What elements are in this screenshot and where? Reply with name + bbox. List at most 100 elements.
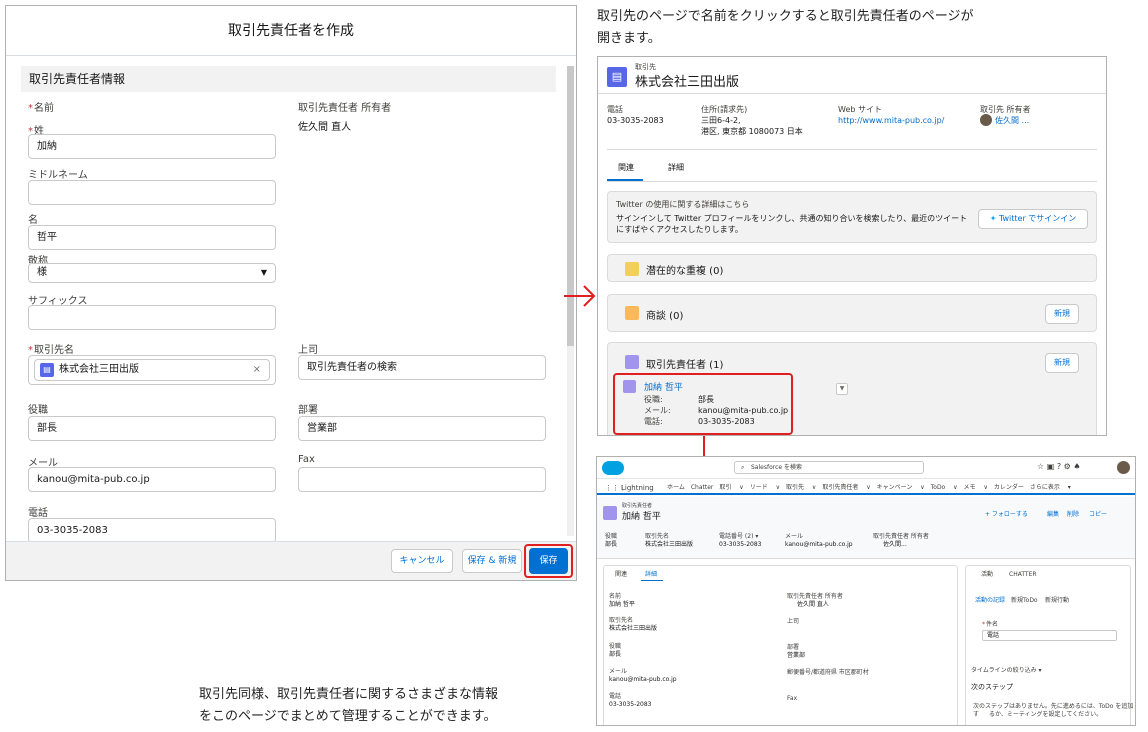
- copy-button[interactable]: コピー: [1089, 511, 1107, 519]
- tab-log-call[interactable]: 活動の記録: [975, 597, 1005, 605]
- new-opportunity-button[interactable]: 新規: [1045, 304, 1079, 324]
- title-input[interactable]: 部長: [28, 416, 276, 441]
- nav-item[interactable]: さらに表示 ▾: [1030, 484, 1071, 491]
- activity-card: [965, 565, 1131, 725]
- nav-item[interactable]: キャンペーン ∨: [877, 484, 925, 491]
- save-new-button[interactable]: 保存 & 新規: [462, 549, 522, 573]
- new-contact-button[interactable]: 新規: [1045, 353, 1079, 373]
- field-label: メール: [609, 668, 628, 675]
- middle-name-input[interactable]: [28, 180, 276, 205]
- field-label: 上司: [787, 618, 800, 625]
- owner-label: 取引先責任者 所有者: [298, 103, 392, 114]
- global-search-input[interactable]: ⌕ Salesforce を検索: [734, 461, 924, 474]
- account-lookup[interactable]: ▤ 株式会社三田出版 ×: [28, 355, 276, 385]
- timeline-filter[interactable]: タイムラインの絞り込み ▾: [971, 667, 1042, 675]
- middle-name-label: ミドルネーム: [28, 170, 88, 181]
- tab-related[interactable]: 関連: [615, 571, 627, 579]
- salutation-select[interactable]: 様 ▼: [28, 263, 276, 283]
- twitter-card: Twitter の使用に関する詳細はこちら サインインして Twitter プロ…: [607, 191, 1097, 243]
- cancel-button[interactable]: キャンセル: [391, 549, 453, 573]
- contact-phone-value: 03-3035-2083: [698, 417, 755, 426]
- boss-search-input[interactable]: 取引先責任者の検索: [298, 355, 546, 380]
- suffix-input[interactable]: [28, 305, 276, 330]
- title-label: 役職: [28, 405, 48, 416]
- subject-input[interactable]: 電話: [982, 630, 1117, 641]
- tab-detail[interactable]: 詳細: [645, 571, 657, 579]
- phone-input[interactable]: 03-3035-2083: [28, 518, 276, 543]
- owner-link[interactable]: 佐久間 ...: [995, 115, 1029, 126]
- tab-related[interactable]: 関連: [618, 162, 634, 173]
- opportunities-title[interactable]: 商談 (0): [646, 307, 683, 322]
- row-menu-button[interactable]: ▼: [836, 383, 848, 395]
- h-phone-value: 03-3035-2083: [719, 541, 762, 548]
- duplicates-title[interactable]: 潜在的な重複 (0): [646, 262, 723, 277]
- nav-item[interactable]: ホーム: [667, 484, 685, 491]
- edit-button[interactable]: 編集: [1047, 511, 1059, 519]
- tab-new-todo[interactable]: 新規ToDo: [1011, 597, 1038, 605]
- note-top: 取引先のページで名前をクリックすると取引先責任者のページが 開きます。: [597, 9, 974, 46]
- field-label: 取引先責任者 所有者: [787, 593, 843, 600]
- h-owner-link[interactable]: 佐久間...: [883, 541, 907, 549]
- nav-item[interactable]: 取引 ∨: [719, 484, 743, 491]
- nav-item[interactable]: 取引先 ∨: [786, 484, 816, 491]
- owner-value: 佐久間 直人: [298, 122, 352, 133]
- nav-item[interactable]: カレンダー: [994, 484, 1024, 491]
- field-label: 取引先名: [609, 617, 634, 624]
- field-value: 03-3035-2083: [609, 701, 652, 708]
- h-owner-label: 取引先責任者 所有者: [873, 533, 929, 540]
- contact-icon: [603, 506, 617, 520]
- field-value: 佐久間 直人: [797, 601, 829, 608]
- h-title-value: 部長: [605, 541, 618, 548]
- field-link[interactable]: kanou@mita-pub.co.jp: [609, 676, 677, 684]
- tab-activity[interactable]: 活動: [981, 571, 993, 579]
- h-account-link[interactable]: 株式会社三田出版: [645, 541, 693, 549]
- app-name: Lightning: [621, 484, 654, 492]
- last-name-input[interactable]: 加納: [28, 134, 276, 159]
- contact-phone-label: 電話:: [644, 417, 663, 426]
- tab-chatter[interactable]: CHATTER: [1009, 571, 1037, 579]
- h-title-label: 役職: [605, 533, 618, 540]
- nav-item[interactable]: Chatter: [691, 484, 714, 491]
- nav-item[interactable]: ToDo ∨: [931, 484, 958, 491]
- user-avatar[interactable]: [1117, 461, 1130, 474]
- account-name: 株式会社三田出版: [635, 75, 740, 90]
- web-label: Web サイト: [838, 105, 882, 114]
- nav-items[interactable]: ホーム Chatter 取引 ∨ リード ∨ 取引先 ∨ 取引先責任者 ∨ キャンペーン ∨…: [667, 484, 1077, 492]
- delete-button[interactable]: 削除: [1067, 511, 1079, 519]
- header-icons[interactable]: ☆ ▣ ? ⚙ ♠: [1037, 463, 1081, 471]
- email-input[interactable]: kanou@mita-pub.co.jp: [28, 467, 276, 492]
- record-header: [597, 497, 1135, 559]
- close-icon[interactable]: ×: [253, 360, 261, 380]
- nav-item[interactable]: リード ∨: [750, 484, 780, 491]
- divider: [607, 181, 1097, 182]
- tab-detail[interactable]: 詳細: [668, 162, 684, 173]
- nav-item[interactable]: 取引先責任者 ∨: [822, 484, 870, 491]
- next-steps-title: 次のステップ: [971, 683, 1013, 691]
- field-label: 部署: [787, 644, 800, 651]
- section-header[interactable]: 取引先責任者情報: [21, 66, 556, 92]
- note-bottom: 取引先同様、取引先責任者に関するさまざまな情報 をこのページでまとめて管理するこ…: [199, 687, 499, 724]
- first-name-input[interactable]: 哲平: [28, 225, 276, 250]
- dept-input[interactable]: 営業部: [298, 416, 546, 441]
- account-pill[interactable]: ▤ 株式会社三田出版 ×: [34, 359, 270, 381]
- fax-label: Fax: [298, 454, 315, 465]
- fax-input[interactable]: [298, 467, 546, 492]
- tab-new-event[interactable]: 新規行動: [1045, 597, 1069, 605]
- twitter-signin-button[interactable]: ✦ Twitter でサインイン: [978, 209, 1088, 229]
- field-link[interactable]: 株式会社三田出版: [609, 625, 657, 633]
- h-email-link[interactable]: kanou@mita-pub.co.jp: [785, 541, 853, 549]
- detail-card: [603, 565, 958, 725]
- save-button[interactable]: 保存: [529, 548, 568, 574]
- arrow-right-icon: [564, 285, 596, 307]
- web-link[interactable]: http://www.mita-pub.co.jp/: [838, 115, 944, 126]
- contact-name-link[interactable]: 加納 哲平: [644, 380, 683, 393]
- nav-item[interactable]: メモ ∨: [964, 484, 988, 491]
- h-account-label: 取引先名: [645, 533, 670, 540]
- contact-name: 加納 哲平: [622, 512, 661, 522]
- follow-button[interactable]: + フォローする: [985, 511, 1028, 519]
- address-label: 住所(請求先): [701, 105, 748, 114]
- crown-icon: [625, 306, 639, 320]
- phone-label: 電話: [28, 508, 48, 519]
- contact-title-value: 部長: [698, 395, 714, 404]
- contacts-title[interactable]: 取引先責任者 (1): [646, 356, 723, 371]
